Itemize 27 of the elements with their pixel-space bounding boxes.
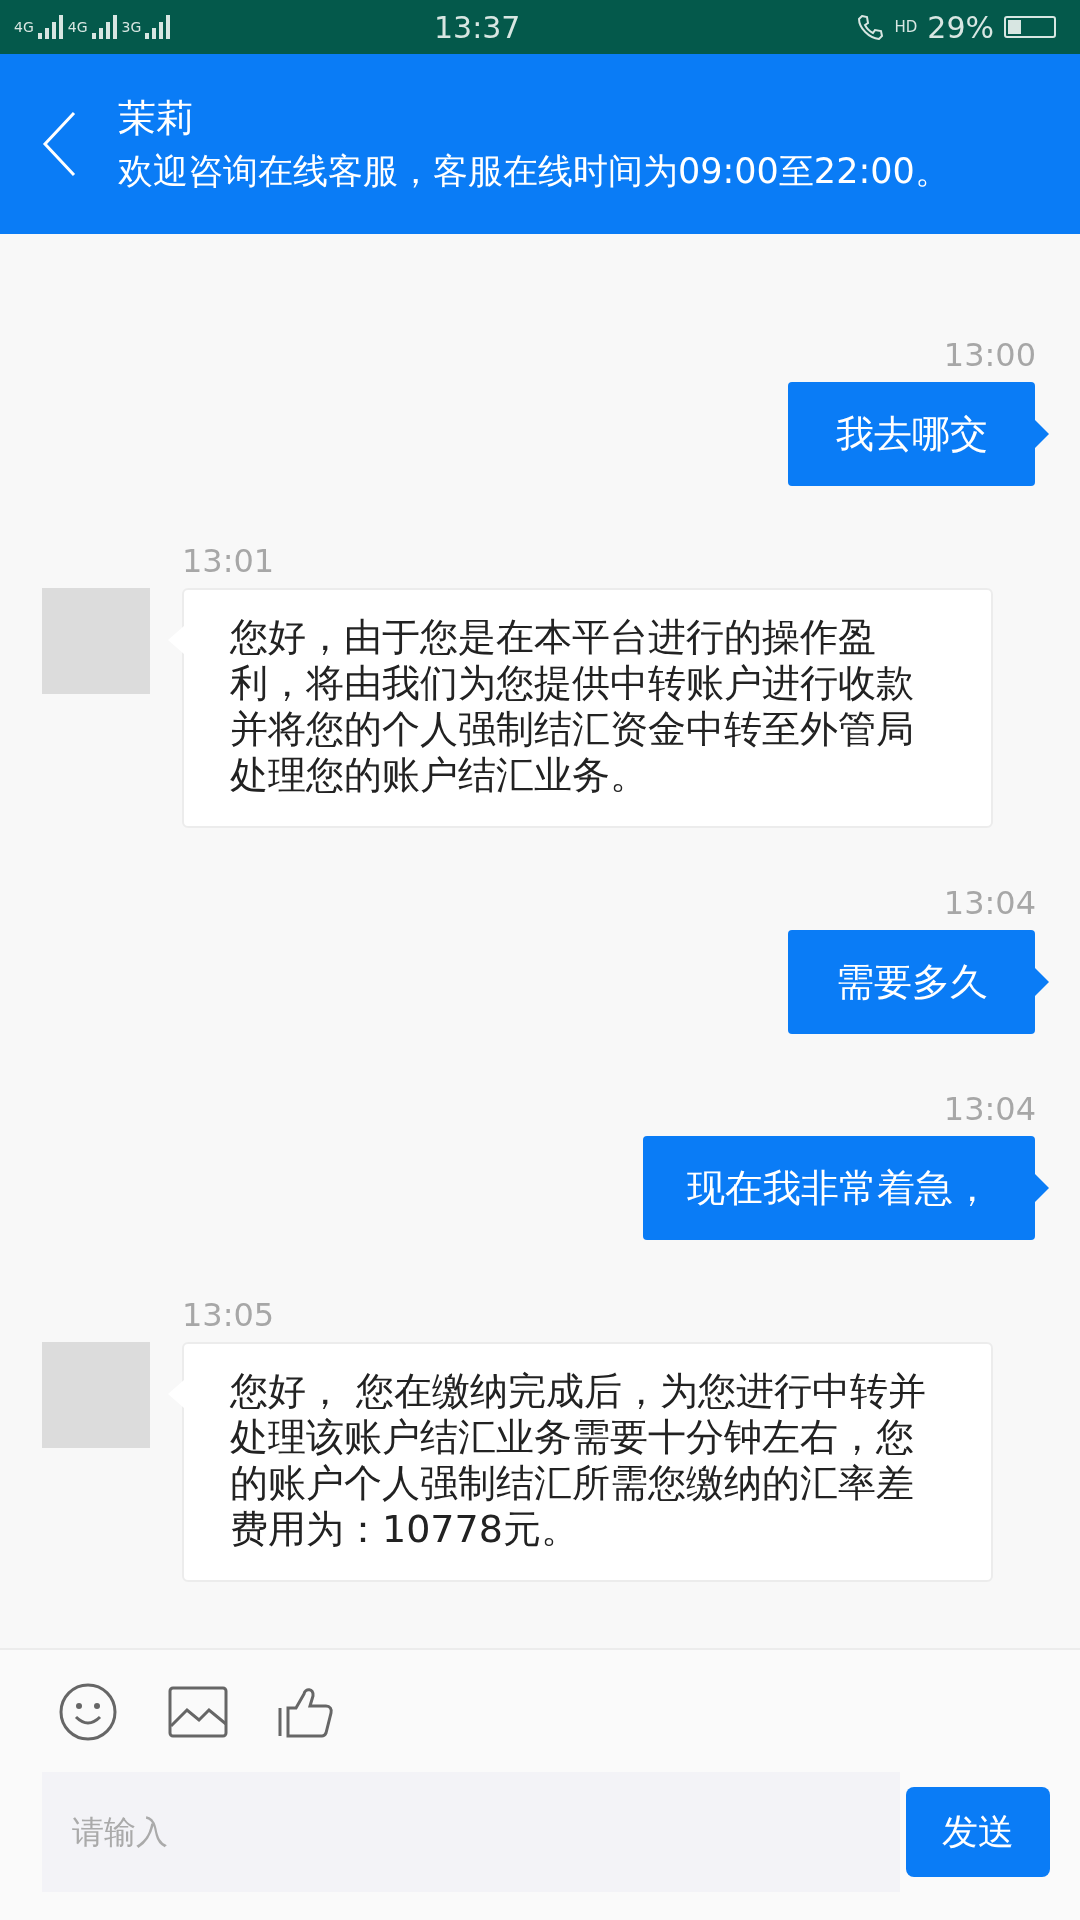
bubble-tail — [1035, 420, 1049, 448]
thumbs-up-icon[interactable] — [278, 1686, 334, 1738]
image-icon[interactable] — [168, 1686, 228, 1738]
network-type-label: 4G — [14, 19, 34, 35]
battery-icon — [1004, 16, 1056, 38]
bubble-tail — [1035, 968, 1049, 996]
signal-icon — [145, 15, 172, 39]
phone-icon — [856, 13, 885, 41]
message-timestamp: 13:05 — [182, 1296, 276, 1334]
network-type-label: 4G — [67, 19, 88, 35]
clock: 13:37 — [434, 9, 522, 45]
chevron-left-icon — [42, 111, 76, 177]
network-type-label: 3G — [121, 19, 142, 35]
bubble-tail — [1035, 1174, 1049, 1202]
send-button[interactable]: 发送 — [906, 1787, 1050, 1877]
service-hours-notice: 欢迎咨询在线客服，客服在线时间为09:00至22:00。 — [118, 150, 950, 193]
message-timestamp: 13:04 — [943, 884, 1036, 922]
message-input[interactable]: 请输入 — [42, 1772, 900, 1892]
signal-icon — [91, 15, 118, 39]
message-timestamp: 13:01 — [182, 542, 276, 580]
hd-label: HD — [894, 18, 918, 36]
emoji-icon[interactable] — [58, 1682, 118, 1742]
battery-percentage: 29% — [927, 9, 994, 45]
message-timestamp: 13:00 — [943, 336, 1036, 374]
chat-title: 茉莉 — [118, 95, 195, 142]
message-timestamp: 13:04 — [943, 1090, 1036, 1128]
signal-icon — [37, 15, 64, 39]
